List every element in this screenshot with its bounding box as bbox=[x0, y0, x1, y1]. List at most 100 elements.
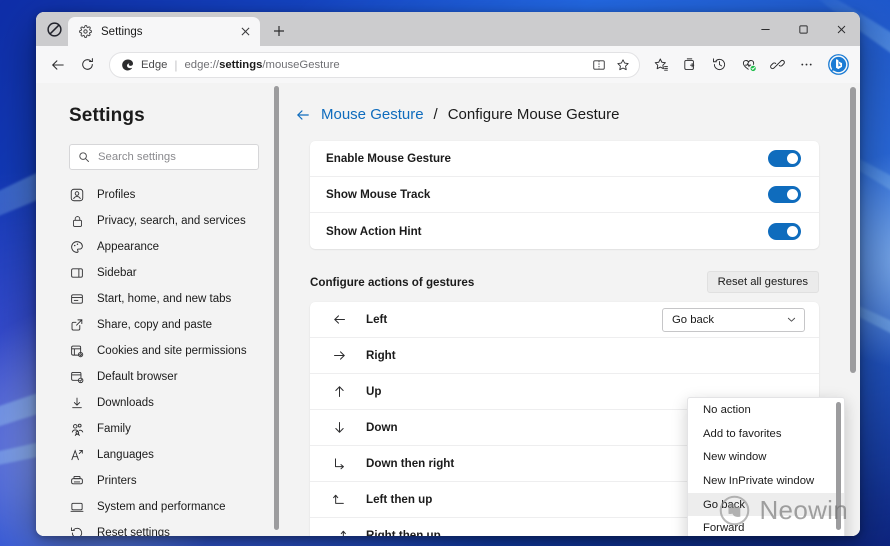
toggle-show-action-hint[interactable] bbox=[768, 222, 801, 240]
profile-icon bbox=[69, 187, 85, 203]
sidebar-item-label: Profiles bbox=[97, 189, 136, 201]
sidebar-item-cookies[interactable]: Cookies and site permissions bbox=[36, 338, 284, 364]
table-row: Left Go back bbox=[310, 302, 819, 339]
url-prefix: edge:// bbox=[184, 58, 220, 71]
gesture-label: Left then up bbox=[366, 493, 433, 507]
sidebar-item-label: Start, home, and new tabs bbox=[97, 293, 232, 305]
tab-title: Settings bbox=[101, 25, 143, 38]
edge-logo-icon bbox=[121, 58, 135, 72]
search-icon bbox=[78, 151, 90, 163]
sidebar-icon bbox=[69, 265, 85, 281]
gesture-label: Up bbox=[366, 385, 382, 399]
collections-icon[interactable] bbox=[676, 50, 705, 79]
omnibox-actions bbox=[587, 53, 635, 77]
breadcrumb-parent-link[interactable]: Mouse Gesture bbox=[321, 106, 424, 123]
sidebar-item-label: Sidebar bbox=[97, 267, 137, 279]
dropdown-option-no-action[interactable]: No action bbox=[688, 398, 844, 422]
share-icon bbox=[69, 317, 85, 333]
search-placeholder: Search settings bbox=[98, 151, 176, 163]
appearance-icon bbox=[69, 239, 85, 255]
omnibox-url: edge://settings/mouseGesture bbox=[185, 59, 340, 71]
sidebar-item-label: Privacy, search, and services bbox=[97, 215, 246, 227]
split-screen-icon[interactable] bbox=[587, 53, 611, 77]
window-controls bbox=[746, 12, 860, 46]
omnibox-brand-label: Edge bbox=[141, 58, 168, 71]
back-arrow-icon[interactable] bbox=[43, 50, 72, 79]
more-options-icon[interactable] bbox=[792, 50, 821, 79]
sidebar-item-default-browser[interactable]: Default browser bbox=[36, 364, 284, 390]
sidebar-item-label: Default browser bbox=[97, 371, 178, 383]
sidebar-item-label: Reset settings bbox=[97, 527, 170, 536]
dropdown-option-new-window[interactable]: New window bbox=[688, 445, 844, 469]
extensions-icon[interactable] bbox=[763, 50, 792, 79]
family-icon bbox=[69, 421, 85, 437]
right-then-up-icon bbox=[330, 528, 348, 536]
reset-all-gestures-button[interactable]: Reset all gestures bbox=[706, 271, 819, 294]
copilot-bing-icon[interactable] bbox=[824, 50, 853, 79]
chevron-down-icon bbox=[786, 314, 797, 325]
gesture-label: Down then right bbox=[366, 457, 455, 471]
sidebar-item-system[interactable]: System and performance bbox=[36, 494, 284, 520]
sidebar-item-privacy[interactable]: Privacy, search, and services bbox=[36, 208, 284, 234]
toggle-show-mouse-track[interactable] bbox=[768, 186, 801, 203]
setting-label: Enable Mouse Gesture bbox=[326, 152, 451, 165]
sidebar-item-downloads[interactable]: Downloads bbox=[36, 390, 284, 416]
download-icon bbox=[69, 395, 85, 411]
gesture-action-select-left[interactable]: Go back bbox=[662, 307, 805, 332]
gear-icon bbox=[78, 24, 93, 39]
settings-page: Settings Search settings Profiles Privac… bbox=[36, 83, 860, 536]
address-bar[interactable]: Edge | edge://settings/mouseGesture bbox=[109, 51, 640, 78]
favorites-icon[interactable] bbox=[647, 50, 676, 79]
omnibox-separator: | bbox=[174, 57, 178, 72]
url-bold: settings bbox=[219, 58, 263, 71]
close-icon[interactable] bbox=[237, 24, 253, 40]
setting-label: Show Mouse Track bbox=[326, 188, 431, 201]
close-button[interactable] bbox=[822, 12, 860, 46]
history-icon[interactable] bbox=[705, 50, 734, 79]
tab-settings[interactable]: Settings bbox=[68, 17, 260, 46]
sidebar-item-appearance[interactable]: Appearance bbox=[36, 234, 284, 260]
start-home-icon bbox=[69, 291, 85, 307]
page-scrollbar[interactable] bbox=[850, 87, 856, 373]
sidebar-item-share[interactable]: Share, copy and paste bbox=[36, 312, 284, 338]
neowin-logo-icon bbox=[719, 495, 750, 526]
left-then-up-icon bbox=[330, 492, 348, 507]
gesture-label: Right then up bbox=[366, 529, 441, 536]
system-icon bbox=[69, 499, 85, 515]
toggle-enable-mouse-gesture[interactable] bbox=[768, 150, 801, 167]
reset-icon bbox=[69, 525, 85, 536]
refresh-icon[interactable] bbox=[73, 50, 102, 79]
minimize-button[interactable] bbox=[746, 12, 784, 46]
sidebar-item-reset[interactable]: Reset settings bbox=[36, 520, 284, 536]
setting-row-enable-mouse-gesture: Enable Mouse Gesture bbox=[310, 141, 819, 177]
back-arrow-icon[interactable] bbox=[295, 107, 311, 123]
breadcrumb: Mouse Gesture / Configure Mouse Gesture bbox=[284, 106, 860, 123]
sidebar-scrollbar[interactable] bbox=[274, 86, 279, 530]
star-icon[interactable] bbox=[611, 53, 635, 77]
setting-row-show-action-hint: Show Action Hint bbox=[310, 213, 819, 249]
neowin-watermark: Neowin bbox=[719, 495, 848, 526]
sidebar-item-start-home[interactable]: Start, home, and new tabs bbox=[36, 286, 284, 312]
sidebar-item-languages[interactable]: Languages bbox=[36, 442, 284, 468]
setting-row-show-mouse-track: Show Mouse Track bbox=[310, 177, 819, 213]
settings-sidebar: Settings Search settings Profiles Privac… bbox=[36, 83, 284, 536]
dropdown-option-new-inprivate-window[interactable]: New InPrivate window bbox=[688, 469, 844, 493]
dropdown-option-add-to-favorites[interactable]: Add to favorites bbox=[688, 422, 844, 446]
sidebar-item-label: Printers bbox=[97, 475, 137, 487]
lock-icon bbox=[69, 213, 85, 229]
sidebar-item-family[interactable]: Family bbox=[36, 416, 284, 442]
setting-label: Show Action Hint bbox=[326, 224, 422, 238]
breadcrumb-separator: / bbox=[433, 106, 438, 123]
sidebar-item-sidebar[interactable]: Sidebar bbox=[36, 260, 284, 286]
sidebar-item-printers[interactable]: Printers bbox=[36, 468, 284, 494]
sidebar-item-profiles[interactable]: Profiles bbox=[36, 182, 284, 208]
section-title: Configure actions of gestures bbox=[310, 275, 475, 289]
maximize-button[interactable] bbox=[784, 12, 822, 46]
tab-strip: Settings bbox=[36, 12, 860, 46]
arrow-up-icon bbox=[330, 384, 348, 399]
default-browser-icon bbox=[69, 369, 85, 385]
breadcrumb-current: Configure Mouse Gesture bbox=[447, 106, 620, 123]
search-input[interactable]: Search settings bbox=[69, 144, 259, 170]
new-tab-button[interactable] bbox=[266, 18, 292, 44]
browser-essentials-icon[interactable] bbox=[734, 50, 763, 79]
